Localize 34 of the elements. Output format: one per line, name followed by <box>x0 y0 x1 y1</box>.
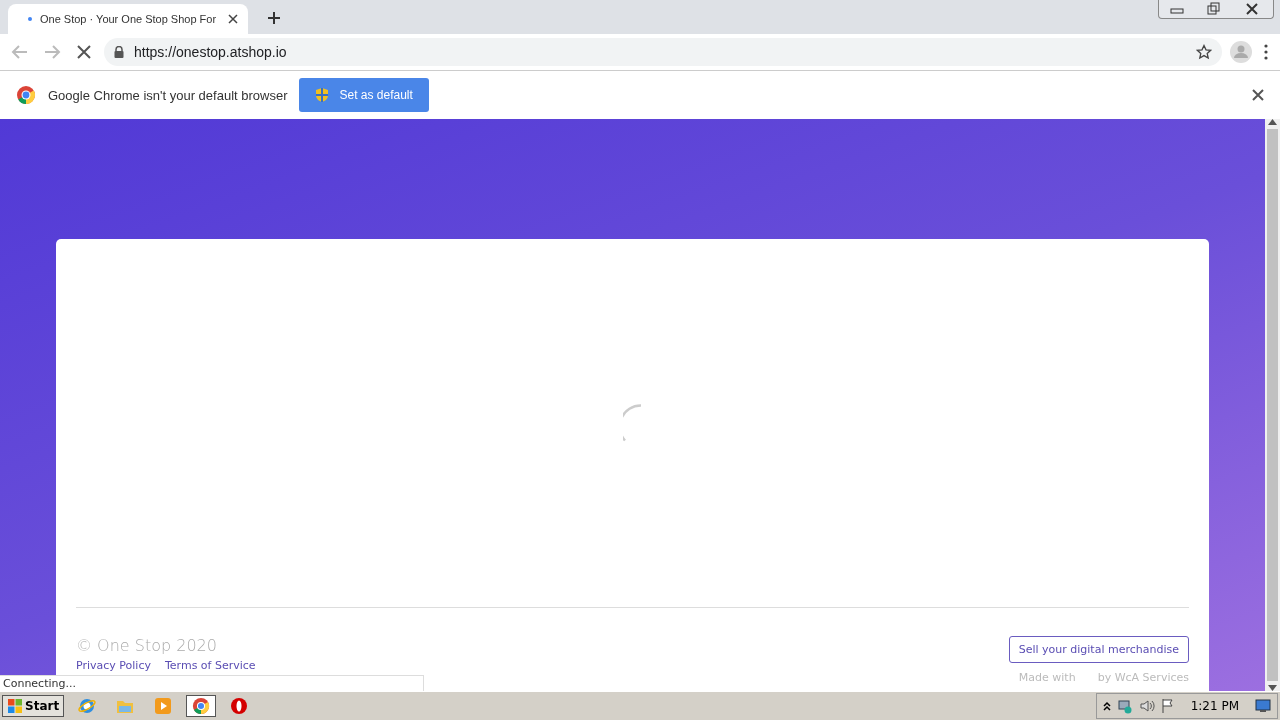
clock-text: 1:21 PM <box>1190 699 1239 713</box>
close-icon[interactable] <box>1252 89 1264 101</box>
footer-link[interactable]: Terms of Service <box>164 659 256 672</box>
flag-icon[interactable] <box>1160 698 1175 714</box>
play-icon <box>154 697 173 715</box>
show-desktop-icon[interactable] <box>1255 699 1271 713</box>
opera-o-icon <box>230 697 249 715</box>
credit-text: by WcA Services <box>1097 671 1189 684</box>
made-with-text: Made with <box>1018 671 1076 684</box>
url-text: https://onestop.atshop.io <box>134 44 288 60</box>
network-icon[interactable] <box>1116 698 1133 714</box>
chevron-up-icon[interactable] <box>1102 701 1111 711</box>
shield-icon <box>315 87 330 103</box>
taskbar-app[interactable] <box>186 695 217 717</box>
address-bar[interactable]: https://onestop.atshop.io <box>104 38 1222 66</box>
infobar-message: Google Chrome isn't your default browser <box>48 87 288 103</box>
speaker-icon[interactable] <box>1138 698 1155 714</box>
copyright-text: © One Stop 2020 <box>76 636 218 655</box>
star-icon[interactable] <box>1196 44 1212 60</box>
chrome-icon <box>192 697 211 715</box>
status-bubble: Connecting... <box>0 675 424 691</box>
lock-icon <box>114 46 124 58</box>
sell-merchandise-button[interactable]: Sell your digital merchandise <box>1008 636 1189 663</box>
folder-icon <box>116 698 135 714</box>
start-button[interactable]: Start <box>2 695 65 717</box>
chrome-icon <box>16 85 36 105</box>
loading-dot-icon <box>28 17 32 21</box>
close-icon[interactable] <box>228 14 238 24</box>
footer-link[interactable]: Privacy Policy <box>76 659 151 672</box>
windows-flag-icon <box>7 698 23 714</box>
scrollbar[interactable] <box>1265 119 1280 691</box>
browser-tab[interactable]: One Stop · Your One Stop Shop For <box>8 4 248 34</box>
set-default-button[interactable]: Set as default <box>299 78 429 112</box>
globe-e-icon <box>78 697 97 715</box>
